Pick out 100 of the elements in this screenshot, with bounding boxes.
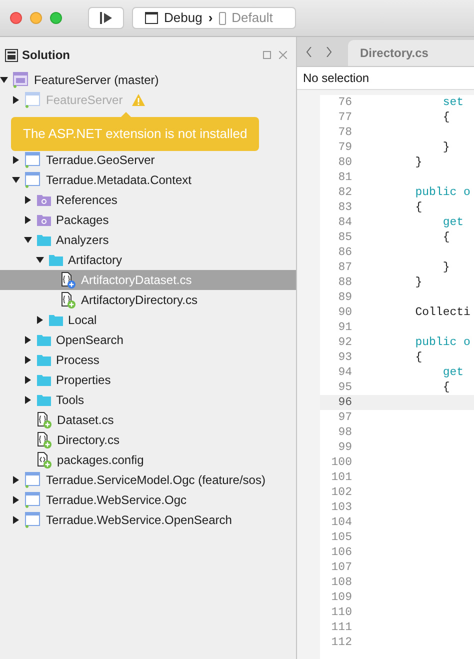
line-number: 86 <box>337 245 352 260</box>
back-icon[interactable] <box>306 47 312 57</box>
tree-item[interactable]: Terradue.ServiceModel.Ogc (feature/sos) <box>0 470 296 490</box>
folder-icon <box>37 374 52 386</box>
tree-item[interactable]: Terradue.GeoServer <box>0 150 296 170</box>
folder-icon <box>37 334 52 346</box>
tree-item[interactable]: FeatureServer (master) <box>0 70 296 90</box>
tree-item[interactable]: Terradue.WebService.Ogc <box>0 490 296 510</box>
tree-item[interactable]: References <box>0 190 296 210</box>
item-label: Terradue.WebService.OpenSearch <box>46 512 232 529</box>
item-label: Analyzers <box>56 232 109 249</box>
code-line: { <box>414 350 422 365</box>
item-label: Dataset.cs <box>57 412 114 429</box>
line-number: 101 <box>330 470 352 485</box>
line-number: 93 <box>337 350 352 365</box>
line-number: 85 <box>337 230 352 245</box>
tree-item[interactable]: packages.config <box>0 450 296 470</box>
line-number: 87 <box>337 260 352 275</box>
editor-tab[interactable]: Directory.cs <box>348 40 474 66</box>
line-number: 102 <box>330 485 352 500</box>
config-file-icon <box>37 452 52 468</box>
breadcrumb[interactable]: No selection <box>303 69 370 87</box>
tree-item[interactable]: OpenSearch <box>0 330 296 350</box>
special-folder-icon <box>37 214 52 226</box>
tree-item[interactable]: Terradue.WebService.OpenSearch <box>0 510 296 530</box>
code-file-icon <box>37 412 52 428</box>
code-line: public o <box>414 335 470 350</box>
collapsed-arrow-icon[interactable] <box>12 516 20 524</box>
collapsed-arrow-icon[interactable] <box>24 356 32 364</box>
line-number: 108 <box>330 575 352 590</box>
line-number: 78 <box>337 125 352 140</box>
run-button[interactable] <box>88 7 124 29</box>
collapsed-arrow-icon[interactable] <box>24 196 32 204</box>
collapsed-arrow-icon[interactable] <box>12 476 20 484</box>
line-number: 95 <box>337 380 352 395</box>
line-number: 99 <box>337 440 352 455</box>
code-line: { <box>442 110 450 125</box>
tree-item[interactable]: Analyzers <box>0 230 296 250</box>
expanded-arrow-icon[interactable] <box>36 256 44 264</box>
line-number: 112 <box>330 635 352 650</box>
line-number: 82 <box>337 185 352 200</box>
configuration-label: Debug <box>164 9 202 28</box>
tree-item[interactable]: ArtifactoryDirectory.cs <box>0 290 296 310</box>
item-label: packages.config <box>57 452 144 469</box>
special-folder-icon <box>37 194 52 206</box>
tree-item[interactable]: Dataset.cs <box>0 410 296 430</box>
code-line: { <box>442 380 450 395</box>
code-file-icon <box>61 292 76 308</box>
line-number: 81 <box>337 170 352 185</box>
code-line: public o <box>414 185 470 200</box>
item-label: FeatureServer (master) <box>34 72 159 89</box>
expanded-arrow-icon[interactable] <box>0 76 8 84</box>
line-number: 98 <box>337 425 352 440</box>
solution-pad-icon <box>5 48 18 62</box>
configuration-selector[interactable]: Debug › Default <box>132 7 296 29</box>
project-icon <box>25 92 42 108</box>
line-number: 80 <box>337 155 352 170</box>
line-number: 90 <box>337 305 352 320</box>
line-number: 77 <box>337 110 352 125</box>
item-label: FeatureServer <box>46 92 123 109</box>
line-number: 97 <box>337 410 352 425</box>
collapsed-arrow-icon[interactable] <box>24 216 32 224</box>
expanded-arrow-icon[interactable] <box>12 176 20 184</box>
close-window-button[interactable] <box>10 12 22 24</box>
code-line: get <box>442 365 464 380</box>
collapsed-arrow-icon[interactable] <box>24 376 32 384</box>
tree-item[interactable]: Process <box>0 350 296 370</box>
collapsed-arrow-icon[interactable] <box>12 156 20 164</box>
device-icon <box>218 12 226 24</box>
item-label: Process <box>56 352 100 369</box>
item-label: Terradue.WebService.Ogc <box>46 492 187 509</box>
tree-item[interactable]: Artifactory <box>0 250 296 270</box>
project-icon <box>25 492 42 508</box>
item-label: Local <box>68 312 97 329</box>
code-line: { <box>414 200 422 215</box>
code-file-icon <box>37 432 52 448</box>
tree-item[interactable]: Tools <box>0 390 296 410</box>
tree-item[interactable]: Packages <box>0 210 296 230</box>
line-number: 91 <box>337 320 352 335</box>
line-number: 100 <box>330 455 352 470</box>
line-number: 106 <box>330 545 352 560</box>
code-line: set <box>442 95 464 110</box>
tree-item[interactable]: Terradue.Metadata.Context <box>0 170 296 190</box>
code-line: } <box>442 140 450 155</box>
collapsed-arrow-icon[interactable] <box>12 496 20 504</box>
forward-icon[interactable] <box>326 47 332 57</box>
code-line: } <box>442 260 450 275</box>
tree-item[interactable]: Directory.cs <box>0 430 296 450</box>
tree-item[interactable]: Local <box>0 310 296 330</box>
item-label: Packages <box>56 212 109 229</box>
collapsed-arrow-icon[interactable] <box>24 336 32 344</box>
line-number: 104 <box>330 515 352 530</box>
project-icon <box>25 172 42 188</box>
tree-item[interactable]: Properties <box>0 370 296 390</box>
folder-icon <box>49 314 64 326</box>
expanded-arrow-icon[interactable] <box>24 236 32 244</box>
collapsed-arrow-icon[interactable] <box>24 396 32 404</box>
line-number: 76 <box>337 95 352 110</box>
code-line: get <box>442 215 464 230</box>
collapsed-arrow-icon[interactable] <box>36 316 44 324</box>
